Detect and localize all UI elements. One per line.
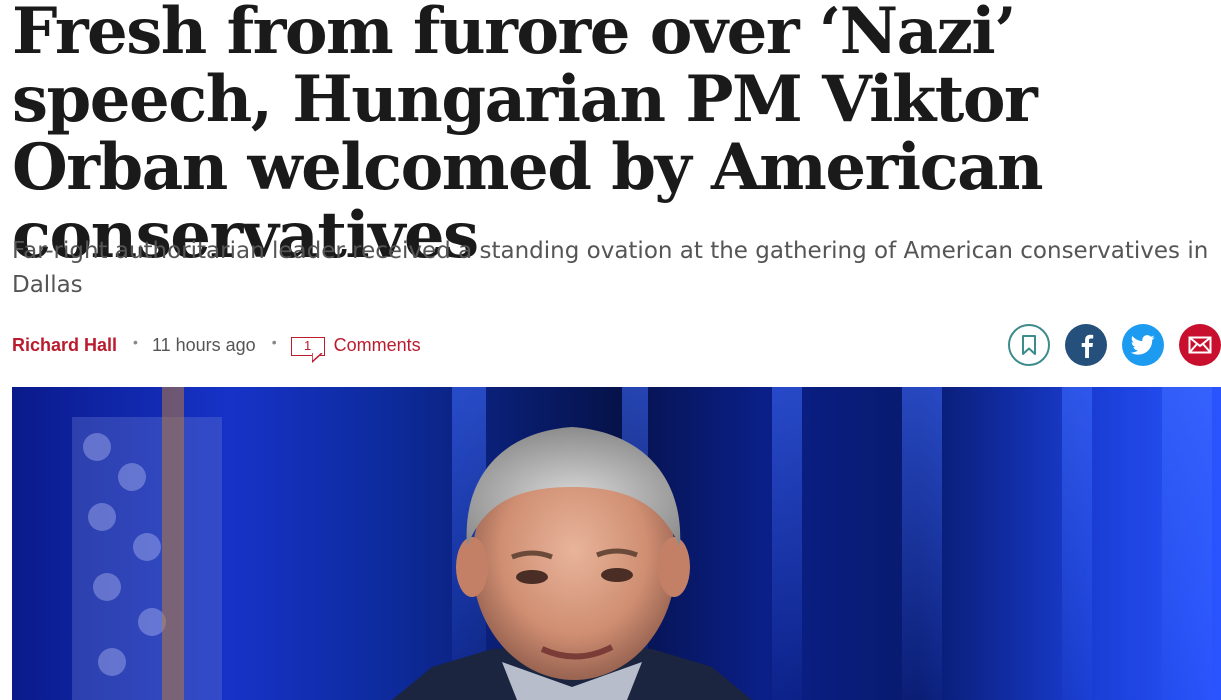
comments-label: Comments <box>333 334 421 355</box>
byline: Richard Hall • 11 hours ago • 1 Comments <box>12 330 421 363</box>
byline-separator: • <box>271 334 277 350</box>
hero-photo-orban-icon <box>12 387 1221 700</box>
facebook-share-button[interactable] <box>1065 324 1107 366</box>
speech-tail-icon <box>311 352 323 363</box>
bookmark-icon <box>1022 335 1036 355</box>
twitter-share-button[interactable] <box>1122 324 1164 366</box>
byline-separator: • <box>133 334 138 350</box>
article-page: Fresh from furore over ‘Nazi’ speech, Hu… <box>0 0 1221 700</box>
share-bar <box>1008 324 1221 366</box>
bookmark-button[interactable] <box>1008 324 1050 366</box>
comments-link[interactable]: 1 Comments <box>290 334 421 363</box>
facebook-icon <box>1081 334 1094 358</box>
publish-time: 11 hours ago <box>151 334 256 355</box>
comment-count: 1 <box>303 337 312 353</box>
email-icon <box>1188 336 1212 354</box>
hero-image <box>12 387 1221 700</box>
author-link[interactable]: Richard Hall <box>12 335 117 356</box>
email-share-button[interactable] <box>1179 324 1221 366</box>
article-headline: Fresh from furore over ‘Nazi’ speech, Hu… <box>12 0 1044 273</box>
article-standfirst: Far-right authoritarian leader received … <box>12 238 1209 298</box>
comment-count-icon: 1 <box>290 336 325 363</box>
twitter-icon <box>1131 335 1155 355</box>
